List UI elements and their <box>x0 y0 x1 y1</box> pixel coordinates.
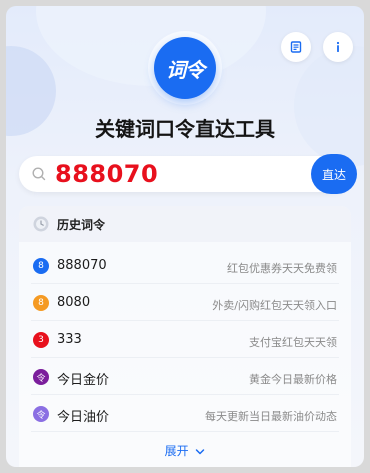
history-header: 历史词令 <box>19 206 351 242</box>
chevron-down-icon <box>196 448 205 454</box>
page-title: 关键词口令直达工具 <box>95 117 275 141</box>
history-badge: 令 <box>33 406 49 422</box>
history-code: 8080 <box>57 295 91 310</box>
history-item[interactable]: 3 333 支付宝红包天天领 <box>19 322 351 358</box>
document-button[interactable] <box>281 32 311 62</box>
history-desc: 外卖/闪购红包天天领入口 <box>212 299 337 312</box>
app-logo: 词令 <box>154 37 216 99</box>
history-badge: 令 <box>33 369 49 385</box>
history-item[interactable]: 8 8080 外卖/闪购红包天天领入口 <box>19 285 351 321</box>
expand-button[interactable]: 展开 <box>19 442 351 459</box>
info-button[interactable] <box>323 32 353 62</box>
history-badge: 8 <box>33 258 49 274</box>
history-panel: 历史词令 8 888070 红包优惠券天天免费领 8 8080 外卖/闪购红包天… <box>19 206 351 467</box>
search-bar: 888070 直达 <box>19 154 357 194</box>
history-title: 历史词令 <box>57 218 106 232</box>
history-item[interactable]: 令 今日金价 黄金今日最新价格 <box>19 359 351 395</box>
divider <box>31 357 339 358</box>
clock-icon <box>33 216 49 232</box>
logo-text: 词令 <box>166 57 205 82</box>
history-desc: 每天更新当日最新油价动态 <box>205 410 337 423</box>
divider <box>31 431 339 432</box>
history-badge: 8 <box>33 295 49 311</box>
expand-label: 展开 <box>164 444 189 458</box>
history-code: 888070 <box>57 258 107 273</box>
divider <box>31 320 339 321</box>
history-item[interactable]: 8 888070 红包优惠券天天免费领 <box>19 248 351 284</box>
history-desc: 支付宝红包天天领 <box>249 336 337 349</box>
search-icon <box>32 167 46 181</box>
go-button[interactable]: 直达 <box>311 154 357 194</box>
history-code: 今日油价 <box>57 410 110 425</box>
info-icon <box>336 41 340 52</box>
search-input[interactable]: 888070 <box>55 158 158 190</box>
divider <box>31 394 339 395</box>
history-code: 333 <box>57 332 82 347</box>
document-icon <box>290 41 302 53</box>
divider <box>31 283 339 284</box>
history-item[interactable]: 令 今日油价 每天更新当日最新油价动态 <box>19 396 351 432</box>
history-desc: 黄金今日最新价格 <box>249 373 337 386</box>
page: 词令 关键词口令直达工具 888070 直达 历史词令 8 888070 红包优… <box>6 6 364 467</box>
history-desc: 红包优惠券天天免费领 <box>227 262 337 275</box>
history-code: 今日金价 <box>57 373 110 388</box>
background-shape <box>294 46 364 166</box>
history-badge: 3 <box>33 332 49 348</box>
